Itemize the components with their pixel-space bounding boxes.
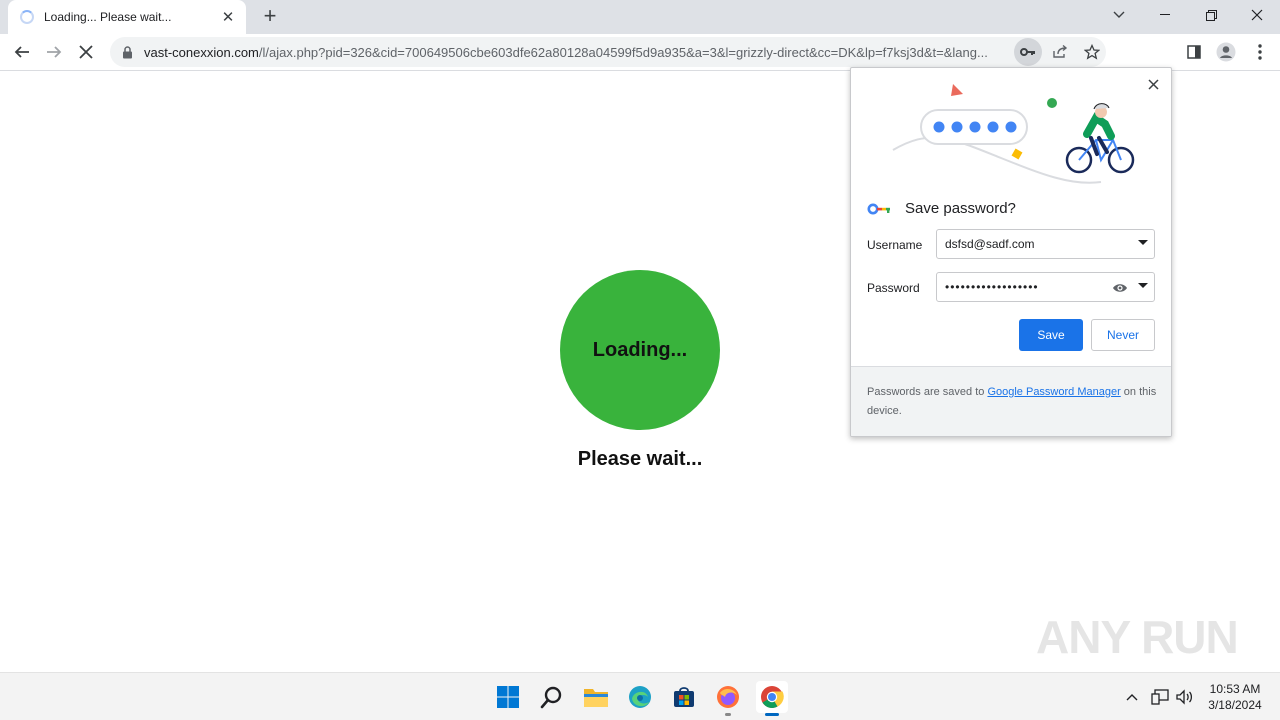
taskbar: 10:53 AM 3/18/2024: [0, 672, 1280, 720]
password-dropdown-icon[interactable]: [1138, 283, 1148, 288]
new-tab-button[interactable]: +: [258, 5, 282, 29]
anyrun-watermark: ANY RUN: [1036, 611, 1239, 663]
loading-text: Loading...: [592, 338, 688, 361]
start-button[interactable]: [492, 681, 524, 713]
chrome-button[interactable]: [756, 681, 788, 716]
chrome-active-indicator: [765, 713, 779, 716]
folder-icon: [584, 689, 608, 707]
clock-time: 10:53 AM: [1209, 682, 1261, 696]
edge-button[interactable]: [624, 681, 656, 713]
dialog-title: Save password?: [905, 200, 1016, 217]
save-button[interactable]: Save: [1019, 319, 1083, 351]
username-dropdown-icon[interactable]: [1138, 240, 1148, 245]
system-clock[interactable]: 10:53 AM 3/18/2024: [1200, 681, 1270, 713]
password-value: ••••••••••••••••••: [945, 280, 1039, 294]
taskbar-search-button[interactable]: [536, 681, 568, 713]
never-button[interactable]: Never: [1091, 319, 1155, 351]
password-manager-link[interactable]: Google Password Manager: [987, 386, 1120, 398]
password-illustration: [892, 84, 1135, 184]
side-panel-icon[interactable]: [1180, 38, 1208, 66]
firefox-running-indicator: [725, 713, 731, 716]
loading-spinner-icon: [20, 10, 34, 24]
loading-circle: Loading...: [560, 270, 720, 430]
username-label: Username: [867, 238, 923, 252]
tab-close-icon[interactable]: ✕: [220, 8, 236, 26]
firefox-button[interactable]: [712, 681, 744, 716]
dialog-close-icon[interactable]: [1143, 74, 1163, 94]
show-password-eye-icon[interactable]: [1112, 280, 1128, 296]
url-text[interactable]: vast-conexxion.com/l/ajax.php?pid=326&ci…: [144, 45, 1010, 60]
footer-text-prefix: Passwords are saved to: [867, 386, 988, 398]
tray-overflow-chevron-icon[interactable]: [1120, 683, 1144, 711]
file-explorer-button[interactable]: [580, 681, 612, 713]
lock-icon[interactable]: [120, 45, 134, 59]
tab-search-icon[interactable]: [1096, 0, 1142, 30]
username-field[interactable]: dsfsd@sadf.com: [936, 229, 1155, 259]
bookmark-star-icon[interactable]: [1078, 38, 1106, 66]
back-button[interactable]: [8, 38, 36, 66]
network-icon[interactable]: [1148, 683, 1172, 711]
forward-button[interactable]: [40, 38, 68, 66]
search-icon: [540, 686, 562, 709]
password-label: Password: [867, 281, 920, 295]
browser-toolbar: vast-conexxion.com/l/ajax.php?pid=326&ci…: [0, 34, 1280, 71]
store-button[interactable]: [668, 681, 700, 713]
url-path: /l/ajax.php?pid=326&cid=700649506cbe603d…: [258, 44, 988, 60]
chrome-icon: [761, 686, 784, 708]
dialog-header: Save password?: [867, 200, 1016, 217]
close-window-button[interactable]: [1234, 0, 1280, 30]
edge-icon: [629, 686, 651, 708]
username-value: dsfsd@sadf.com: [945, 237, 1035, 251]
stop-loading-button[interactable]: [72, 38, 100, 66]
tab-active[interactable]: Loading... Please wait... ✕: [8, 0, 246, 34]
password-field[interactable]: ••••••••••••••••••: [936, 272, 1155, 302]
please-wait-text: Please wait...: [577, 448, 703, 470]
address-bar[interactable]: vast-conexxion.com/l/ajax.php?pid=326&ci…: [110, 37, 1106, 67]
store-icon: [674, 687, 694, 707]
tab-strip: Loading... Please wait... ✕ +: [0, 0, 1280, 34]
restore-button[interactable]: [1188, 0, 1234, 30]
password-key-icon[interactable]: [1014, 38, 1042, 66]
firefox-icon: [717, 686, 739, 708]
save-password-dialog: Save password? Username dsfsd@sadf.com P…: [850, 67, 1172, 437]
clock-date: 3/18/2024: [1208, 698, 1262, 712]
share-icon[interactable]: [1046, 38, 1074, 66]
url-host: vast-conexxion.com: [144, 44, 259, 60]
tab-title: Loading... Please wait...: [44, 10, 172, 24]
windows-logo-icon: [497, 686, 519, 708]
volume-icon[interactable]: [1172, 683, 1196, 711]
chrome-menu-icon[interactable]: [1246, 38, 1274, 66]
dialog-footer: Passwords are saved to Google Password M…: [851, 366, 1171, 436]
google-key-icon: [867, 203, 890, 214]
minimize-button[interactable]: [1142, 0, 1188, 30]
profile-avatar-icon[interactable]: [1212, 38, 1240, 66]
